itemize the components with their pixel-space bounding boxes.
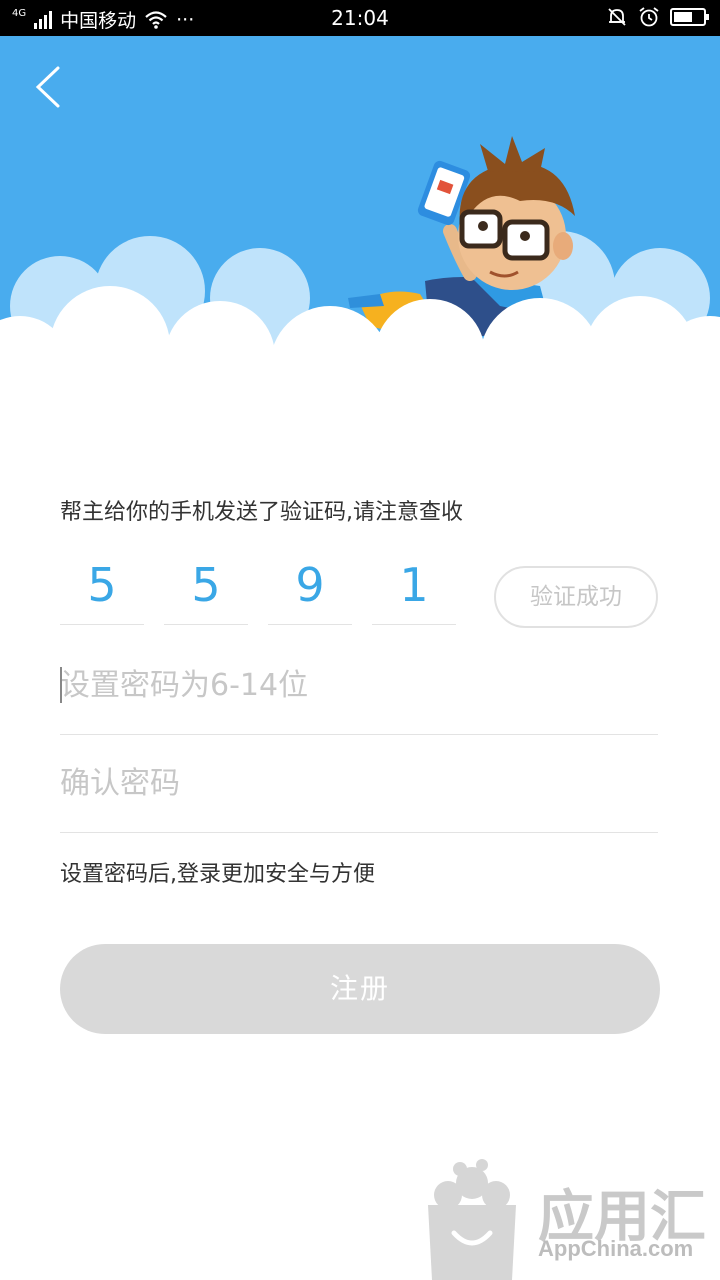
password-field [60,636,658,735]
header-banner [0,36,720,416]
password-input[interactable] [60,636,658,734]
verify-success-button[interactable]: 验证成功 [494,566,658,628]
register-button[interactable]: 注册 [60,944,660,1034]
alarm-icon [639,7,659,27]
password-safety-hint: 设置密码后,登录更加安全与方便 [60,862,375,887]
confirm-password-field [60,734,658,833]
code-digit[interactable]: 9 [268,552,352,625]
watermark-subtitle: AppChina.com [538,1236,694,1261]
verification-code-row: 5 5 9 1 [60,552,456,625]
code-sent-hint: 帮主给你的手机发送了验证码,请注意查收 [60,500,463,525]
code-digit[interactable]: 1 [372,552,456,625]
text-cursor [60,667,62,703]
mute-bell-icon [608,8,626,26]
battery-icon [670,8,709,26]
code-digit[interactable]: 5 [164,552,248,625]
status-bar: 4G 中国移动 ··· 21:04 [0,0,720,36]
cloud-illustration [0,136,720,416]
status-right [606,6,709,28]
code-digit[interactable]: 5 [60,552,144,625]
confirm-password-input[interactable] [60,734,658,832]
